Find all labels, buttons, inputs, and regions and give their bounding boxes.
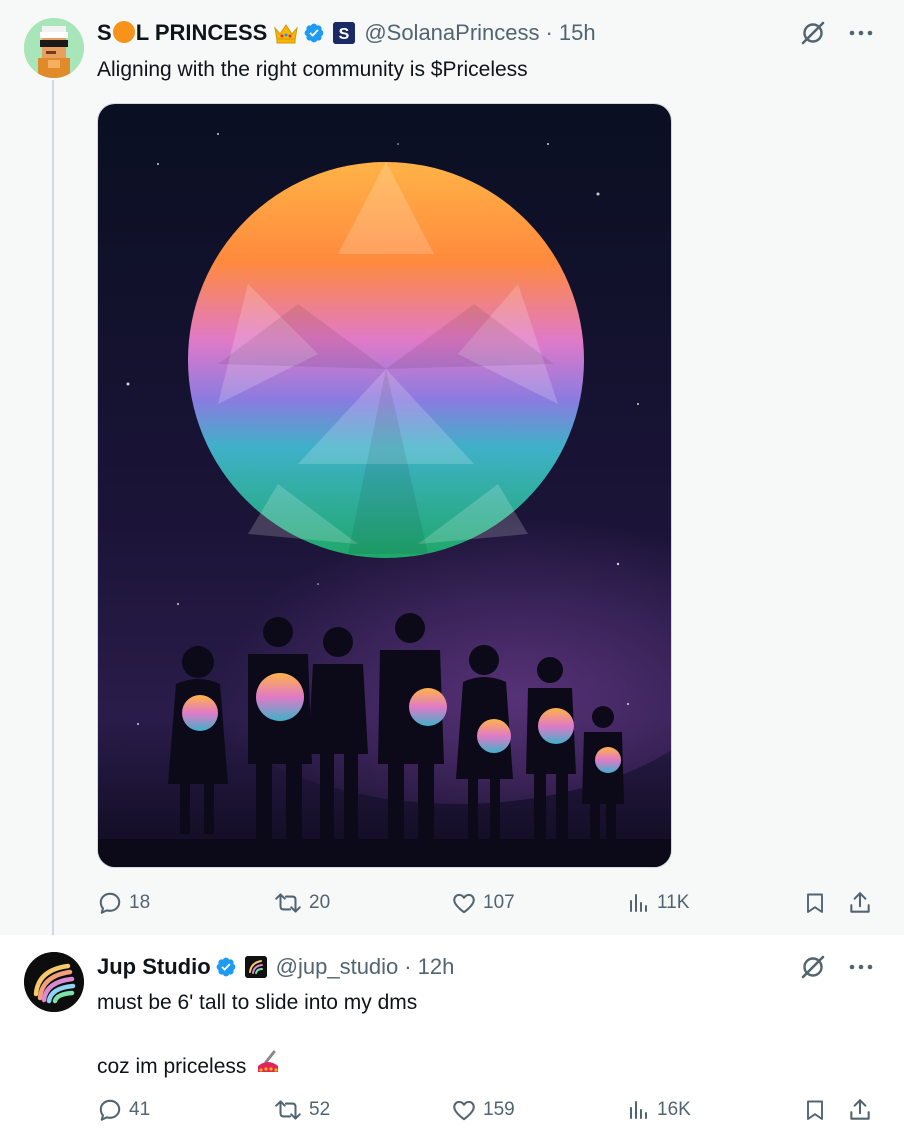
views-chart-icon	[627, 890, 651, 916]
reply-button[interactable]: 18	[97, 890, 150, 916]
tweet-reply[interactable]: Jup Studio @jup_studio · 12h must be 6' …	[0, 935, 904, 1141]
tweet-text-line-2-text: coz im priceless	[97, 1054, 247, 1078]
repost-button[interactable]: 52	[273, 1097, 330, 1123]
reply-count: 18	[129, 892, 151, 913]
display-name[interactable]: Jup Studio	[97, 954, 211, 980]
share-button[interactable]	[847, 890, 873, 916]
verified-badge-icon[interactable]	[215, 956, 237, 978]
share-button[interactable]	[847, 1097, 873, 1123]
tweet-text-line-2: coz im priceless	[97, 1048, 282, 1085]
action-bar: 18 20 107 11K	[97, 888, 877, 918]
bookmark-icon	[803, 890, 827, 916]
reply-icon	[97, 1097, 123, 1123]
heart-icon	[451, 890, 477, 916]
tweet-header: Jup Studio @jup_studio · 12h	[97, 952, 454, 982]
user-handle[interactable]: @jup_studio	[276, 954, 399, 980]
views-button[interactable]: 16K	[627, 1097, 691, 1123]
share-icon	[847, 890, 873, 916]
separator-dot: ·	[404, 954, 412, 979]
share-icon	[847, 1097, 873, 1123]
like-button[interactable]: 159	[451, 1097, 515, 1123]
jup-logo-icon[interactable]	[244, 956, 267, 978]
tweet-header: SL PRINCESS S @SolanaPrincess · 15h	[97, 18, 596, 48]
thread-connector-line	[52, 80, 54, 935]
display-name[interactable]: SL PRINCESS	[97, 20, 267, 46]
solana-s-icon[interactable]: S	[333, 22, 356, 44]
reply-count: 41	[129, 1099, 151, 1120]
repost-count: 52	[309, 1099, 331, 1120]
views-button[interactable]: 11K	[627, 890, 689, 916]
timestamp[interactable]: 15h	[559, 20, 596, 46]
views-count: 16K	[657, 1099, 691, 1120]
repost-count: 20	[309, 892, 331, 913]
views-count: 11K	[657, 892, 690, 913]
grok-icon[interactable]	[800, 20, 826, 46]
like-button[interactable]: 107	[451, 890, 515, 916]
reply-button[interactable]: 41	[97, 1097, 150, 1123]
action-bar: 41 52 159 16K	[97, 1097, 877, 1127]
nail-polish-icon	[254, 1048, 282, 1085]
reply-icon	[97, 890, 123, 916]
views-chart-icon	[627, 1097, 651, 1123]
bookmark-icon	[803, 1097, 827, 1123]
heart-icon	[451, 1097, 477, 1123]
like-count: 159	[483, 1099, 515, 1120]
user-handle[interactable]: @SolanaPrincess	[364, 20, 539, 46]
bookmark-button[interactable]	[803, 890, 827, 916]
tweet-main[interactable]: SL PRINCESS S @SolanaPrincess · 15h Alig…	[0, 0, 904, 935]
more-icon[interactable]	[848, 954, 874, 980]
repost-icon	[273, 1097, 303, 1123]
avatar[interactable]	[24, 952, 84, 1012]
orange-circle-icon	[112, 21, 135, 43]
tweet-image[interactable]	[97, 103, 672, 868]
verified-badge-icon[interactable]	[303, 22, 325, 44]
tweet-text: Aligning with the right community is $Pr…	[97, 58, 528, 81]
bookmark-button[interactable]	[803, 1097, 827, 1123]
tweet-text-line-1: must be 6' tall to slide into my dms	[97, 991, 418, 1014]
grok-icon[interactable]	[800, 954, 826, 980]
repost-icon	[273, 890, 303, 916]
like-count: 107	[483, 892, 515, 913]
separator-dot: ·	[545, 20, 553, 45]
avatar[interactable]	[24, 18, 84, 78]
crown-icon	[273, 22, 299, 44]
repost-button[interactable]: 20	[273, 890, 330, 916]
timestamp[interactable]: 12h	[418, 954, 455, 980]
more-icon[interactable]	[848, 20, 874, 46]
svg-text:S: S	[339, 26, 350, 43]
